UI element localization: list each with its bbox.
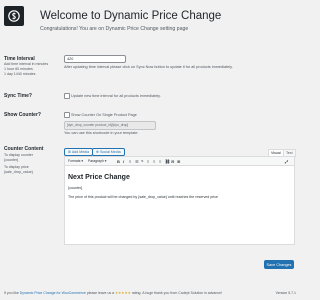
- page-title: Welcome to Dynamic Price Change: [40, 10, 222, 22]
- social-media-label: Social Media: [100, 150, 121, 154]
- align-center-icon[interactable]: ≡: [153, 159, 155, 164]
- shortcode-hint: You can use this shortcode in your templ…: [64, 131, 139, 135]
- chevron-down-icon: ▾: [81, 159, 84, 163]
- sync-time-checkbox-label[interactable]: Update new time interval for all product…: [71, 94, 161, 98]
- social-media-button[interactable]: ⊕ Social Media: [92, 148, 125, 156]
- fullscreen-icon[interactable]: ⤢: [285, 159, 288, 164]
- add-media-label: Add Media: [71, 150, 90, 154]
- sync-time-checkbox[interactable]: [64, 93, 70, 99]
- sync-time-label: Sync Time?: [4, 93, 32, 99]
- media-icon: ⊞: [68, 150, 72, 154]
- link-icon[interactable]: ⛓: [165, 159, 170, 164]
- footer: If you like Dynamic Price Change for Woo…: [4, 291, 296, 295]
- share-icon: ⊕: [96, 150, 100, 154]
- shortcode-field[interactable]: [dyn_drop_counter product_id]/[dyn_drop]: [64, 121, 156, 130]
- editor-counter-token: {counter}: [68, 186, 83, 190]
- blockquote-icon[interactable]: ❝: [141, 159, 143, 164]
- footer-prefix: If you like: [4, 291, 20, 295]
- align-right-icon[interactable]: ≡: [159, 159, 161, 164]
- toolbar-toggle-icon[interactable]: ⊞: [177, 159, 180, 164]
- counter-content-hint-2: {counter}: [4, 158, 19, 162]
- plugin-logo: [4, 6, 24, 26]
- time-interval-input[interactable]: 420: [64, 55, 126, 63]
- show-counter-checkbox-label[interactable]: Show Counter On Single Product Page: [71, 113, 137, 117]
- formats-label: Formats: [68, 159, 81, 163]
- footer-middle: please leave us a: [85, 291, 116, 295]
- italic-icon[interactable]: I: [123, 159, 124, 164]
- footer-suffix: rating. A huge thank you from Codept Sol…: [130, 291, 222, 295]
- numbered-list-icon[interactable]: ☰: [135, 159, 139, 164]
- paragraph-label: Paragraph: [88, 159, 104, 163]
- rating-stars-link[interactable]: ★★★★★: [115, 291, 131, 295]
- show-counter-checkbox[interactable]: [64, 112, 70, 118]
- dollar-sync-icon: [8, 10, 20, 22]
- bullet-list-icon[interactable]: ≡: [129, 159, 131, 164]
- formats-dropdown[interactable]: Formats ▾: [68, 159, 83, 164]
- align-left-icon[interactable]: ≡: [147, 159, 149, 164]
- chevron-down-icon: ▾: [104, 159, 107, 163]
- show-counter-label: Show Counter?: [4, 112, 41, 118]
- add-media-button[interactable]: ⊞ Add Media: [64, 148, 94, 156]
- bold-icon[interactable]: B: [117, 159, 120, 164]
- time-interval-hint-3: 1 day 1440 minutes: [4, 72, 36, 76]
- counter-content-hint-4: {sale_drop_value}: [4, 170, 33, 174]
- plugin-link[interactable]: Dynamic Price Change for WooCommerce: [20, 291, 86, 295]
- editor-content: Next Price Change {counter} The price of…: [65, 166, 294, 199]
- counter-content-editor[interactable]: Formats ▾ Paragraph ▾ B I ≡ ☰ ❝ ≡ ≡ ≡ ⛓ …: [64, 156, 295, 245]
- counter-content-label: Counter Content: [4, 146, 44, 152]
- save-changes-button[interactable]: Save Changes: [264, 260, 294, 269]
- paragraph-dropdown[interactable]: Paragraph ▾: [88, 159, 107, 164]
- page-header: Welcome to Dynamic Price Change Congratu…: [4, 4, 296, 32]
- editor-description: The price of this product will be change…: [68, 195, 219, 199]
- more-tag-icon[interactable]: ⊟: [171, 159, 174, 164]
- editor-toolbar: Formats ▾ Paragraph ▾ B I ≡ ☰ ❝ ≡ ≡ ≡ ⛓ …: [65, 157, 294, 166]
- editor-heading: Next Price Change: [68, 174, 130, 181]
- page-subtitle: Congratulations! You are on Dynamic Pric…: [40, 26, 189, 32]
- version-label: Version 5.7.1: [275, 291, 296, 295]
- time-interval-description: After updating time interval please clic…: [64, 65, 233, 69]
